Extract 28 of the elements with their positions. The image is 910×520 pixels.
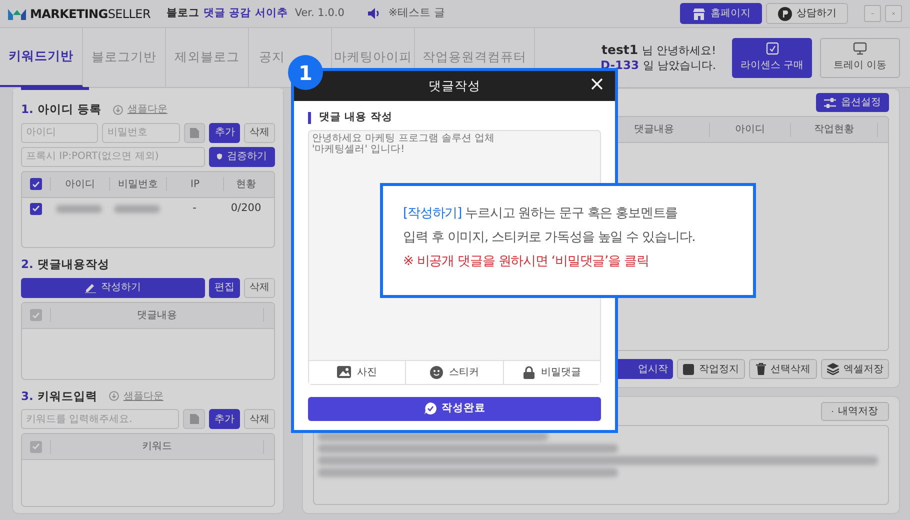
product-label: 블로그 — [166, 6, 200, 21]
warning-text: ※ 비공개 댓글을 원하시면 ‘비밀댓글’을 클릭 — [403, 253, 650, 271]
column-header: 비밀번호 — [117, 178, 159, 192]
column-header: 현황 — [235, 178, 257, 192]
column-header: 작업현황 — [814, 123, 854, 137]
section-number: 1. — [21, 101, 34, 118]
section-title: 댓글내용작성 — [37, 256, 110, 274]
username-text: test1 — [602, 42, 638, 56]
section-title: 키워드입력 — [37, 388, 98, 405]
column-header: 댓글내용 — [137, 310, 177, 321]
logo-text: MARKETINGSELLER — [30, 6, 151, 22]
section-number: 3. — [21, 388, 34, 405]
status-cell-text: 0/200 — [230, 200, 262, 216]
column-header: IP — [190, 178, 200, 192]
version-text: Ver. 1.0.0 — [294, 6, 344, 21]
column-header: 댓글내용 — [634, 123, 674, 137]
callout-text: [작성하기] 누르시고 원하는 문구 혹은 홍보멘트를 입력 후 이미지, 스티커로 가독성을 높일 수 있습니다. — [403, 205, 696, 247]
notice-text: ※테스트 글 — [388, 5, 446, 22]
section-number: 2. — [21, 256, 34, 274]
column-header: 아이디 — [735, 123, 765, 137]
column-header: 키워드 — [142, 441, 172, 452]
section-title: 아이디 등록 — [37, 101, 102, 118]
ip-cell-text: - — [192, 200, 196, 216]
greeting-text: 님 안녕하세요! — [642, 44, 716, 58]
column-header: 아이디 — [64, 178, 96, 192]
days-suffix-text: 일 남았습니다. — [643, 58, 716, 72]
product-name: 댓글 공감 서이추 — [204, 6, 288, 21]
section-title: 댓글 내용 작성 — [319, 110, 392, 125]
